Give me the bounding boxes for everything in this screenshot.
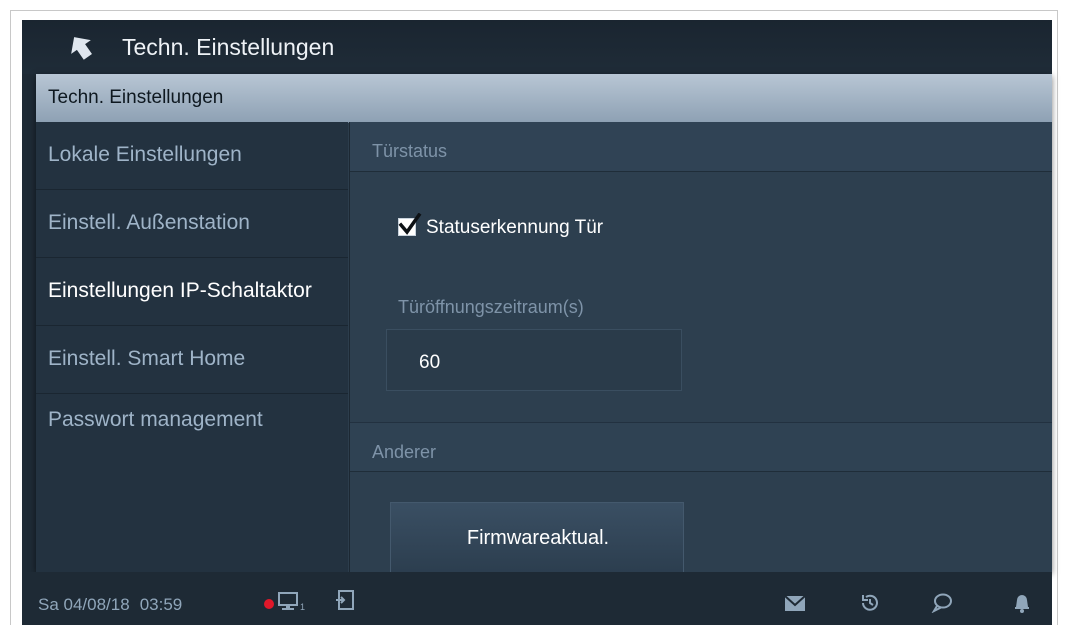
bell-icon[interactable] (1011, 591, 1033, 613)
checkmark-icon (398, 213, 422, 235)
sidebar-item-smart-home[interactable]: Einstell. Smart Home (36, 326, 348, 394)
content-area: Türstatus Statuserkennung Tür Türöffnung… (349, 122, 1052, 572)
mail-icon[interactable] (784, 593, 806, 615)
checkbox-box[interactable] (398, 213, 422, 236)
door-open-period-value: 60 (419, 352, 441, 373)
door-exit-icon (336, 590, 354, 610)
section-title: Türstatus (372, 141, 448, 161)
panel-header-title: Techn. Einstellungen (48, 87, 224, 108)
panel-header: Techn. Einstellungen (36, 74, 1052, 123)
sidebar-item-outdoor-station[interactable]: Einstell. Außenstation (36, 190, 348, 258)
sidebar-item-ip-actuator[interactable]: Einstellungen IP-Schaltaktor (36, 258, 348, 326)
chat-icon[interactable] (931, 591, 953, 613)
sidebar-item-label: Passwort management (48, 408, 263, 431)
sidebar-item-label: Einstell. Außenstation (48, 211, 250, 234)
section-header-other: Anderer (350, 422, 1052, 472)
network-monitor-icon: 1 (278, 592, 305, 612)
date-text: Sa 04/08/18 (38, 595, 130, 614)
settings-panel: Techn. Einstellungen Lokale Einstellunge… (36, 74, 1052, 572)
history-icon[interactable] (859, 591, 881, 613)
firmware-update-button[interactable]: Firmwareaktual. (390, 502, 684, 572)
door-open-period-label: Türöffnungszeitraum(s) (398, 297, 584, 317)
checkbox-label: Statuserkennung Tür (426, 217, 604, 238)
time-text: 03:59 (139, 595, 183, 614)
network-count: 1 (300, 602, 305, 612)
sidebar-item-label: Einstellungen IP-Schaltaktor (48, 279, 312, 302)
sidebar: Lokale Einstellungen Einstell. Außenstat… (36, 122, 348, 572)
date-time: Sa 04/08/18 03:59 (38, 595, 182, 615)
sidebar-item-label: Lokale Einstellungen (48, 143, 242, 166)
title-bar: Techn. Einstellungen (22, 20, 1052, 74)
door-open-period-input[interactable]: 60 (386, 329, 682, 391)
sidebar-item-password-management[interactable]: Passwort management (36, 394, 348, 462)
section-title: Anderer (372, 442, 437, 462)
section-header-door-status: Türstatus (350, 122, 1052, 172)
firmware-update-label: Firmwareaktual. (466, 527, 610, 549)
sidebar-item-local-settings[interactable]: Lokale Einstellungen (36, 122, 348, 190)
sidebar-item-label: Einstell. Smart Home (48, 347, 246, 370)
status-bar: Sa 04/08/18 03:59 1 (22, 572, 1052, 625)
page-title: Techn. Einstellungen (122, 34, 335, 60)
device-screen: Techn. Einstellungen Techn. Einstellunge… (22, 20, 1052, 625)
back-arrow-icon[interactable] (66, 32, 96, 62)
